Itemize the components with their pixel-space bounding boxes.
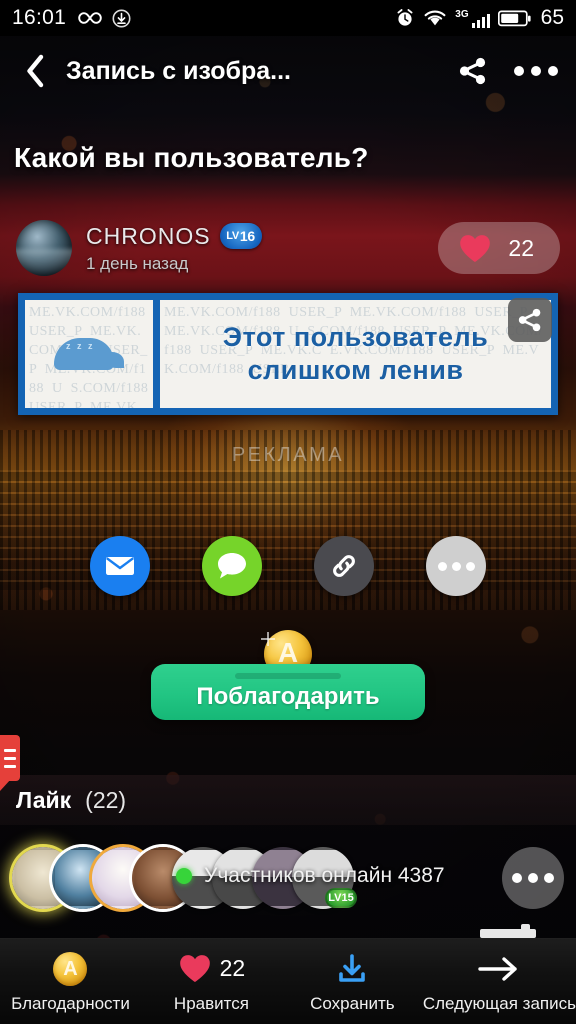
post-image-caption: Этот пользователь слишком ленив [223,321,489,387]
status-bar-clock: 16:01 [12,6,67,29]
link-icon [333,555,355,577]
more-share-button[interactable] [426,536,486,596]
nav-save-icon-wrap [336,950,368,988]
alarm-icon [397,9,413,26]
battery-percent-label: 65 [540,6,564,29]
online-status-dot [176,868,192,884]
level-number: 16 [239,228,255,244]
author-name[interactable]: CHRONOS [86,223,211,250]
author-avatar[interactable] [16,220,72,276]
share-button[interactable] [458,56,488,86]
author-name-line: CHRONOS LV 16 [86,223,262,250]
nav-thanks-icon-wrap: A [53,950,88,988]
coin-icon: A [53,951,88,986]
post-image[interactable]: ME.VK.COM/f188 USER_P ME.VK.COM/f188 USE… [18,293,558,415]
nav-edge-indicator [480,924,536,938]
download-circle-icon [112,9,131,27]
more-horizontal-icon [512,873,522,883]
author-meta: CHRONOS LV 16 1 день назад [86,223,262,274]
nav-next-button[interactable]: Следующая запись [423,939,576,1024]
author-row: CHRONOS LV 16 1 день назад 22 [0,212,576,284]
nav-coin-letter: A [63,957,78,980]
share-icon [518,308,541,332]
coin-letter: A [277,637,299,668]
nav-thanks-button[interactable]: A Благодарности [0,939,141,1024]
caption-line-1: Этот пользователь [222,322,489,352]
nav-thanks-label: Благодарности [11,993,130,1013]
status-bar-left-icons [77,9,131,28]
nav-like-count: 22 [219,955,246,981]
image-share-button[interactable] [508,298,552,342]
nav-like-label: Нравится [173,993,249,1013]
online-participants-chip[interactable]: Участников онлайн 4387 [176,864,445,888]
like-pill-count: 22 [508,234,534,261]
more-horizontal-icon [514,66,524,76]
back-button[interactable] [18,51,52,91]
nav-like-icon-wrap: 22 [178,950,246,988]
chat-bubble-icon [218,553,246,579]
app-bar: Запись с изобра... [0,36,576,106]
copy-link-button[interactable] [314,536,374,596]
ad-label: РЕКЛАМА [231,444,345,466]
arrow-right-icon [478,956,518,981]
list-menu-icon[interactable] [0,735,20,781]
app-root: 16:01 3G 65 Запись с изобра... Какой вы … [0,0,576,1024]
more-horizontal-icon [437,561,475,571]
heart-icon [179,955,210,982]
participant-level-badge: LV 15 [325,888,357,908]
participant-level-number: 15 [341,892,354,904]
wifi-icon [424,10,446,25]
status-bar-right-icons: 3G 65 [395,6,564,30]
post-image-left-pane: ME.VK.COM/f188 USER_P ME.VK.COM/f188 USE… [25,300,153,408]
nav-next-label: Следующая запись [422,993,576,1013]
share-buttons-row [0,533,576,599]
level-prefix: LV [226,230,239,242]
caption-line-2: слишком ленив [247,355,464,385]
signal-3g-icon: 3G [455,8,490,28]
envelope-icon [106,557,134,575]
like-pill-button[interactable]: 22 [438,222,560,274]
post-timestamp: 1 день назад [86,253,189,273]
nav-like-button[interactable]: 22 Нравится [141,939,282,1024]
post-title: Какой вы пользователь? [14,142,369,173]
author-level-badge: LV 16 [219,223,262,249]
thank-button-label: Поблагодарить [196,682,380,710]
sparkle-icon [261,632,275,646]
like-section-header[interactable]: Лайк (22) [0,775,576,825]
overflow-menu-button[interactable] [514,66,558,76]
bottom-navigation: A Благодарности 22 Нравится Сохранить Сл… [0,938,576,1024]
infinity-icon [78,12,102,24]
network-type-label: 3G [455,8,469,20]
like-section-count: (22) [85,786,127,813]
message-share-button[interactable] [202,536,262,596]
post-image-right-pane: ME.VK.COM/f188 USER_P ME.VK.COM/f188 USE… [160,300,551,408]
online-participants-label: Участников онлайн 4387 [204,864,445,887]
thank-section: A Поблагодарить [0,630,576,720]
page-title: Запись с изобра... [66,56,291,85]
heart-icon [460,234,491,262]
email-share-button[interactable] [90,536,150,596]
app-bar-actions [458,56,558,86]
like-section-label: Лайк [16,786,72,813]
thank-button[interactable]: Поблагодарить [151,664,425,720]
nav-save-label: Сохранить [310,993,395,1013]
nav-save-button[interactable]: Сохранить [282,939,423,1024]
nav-next-icon-wrap [478,950,520,988]
participant-level-prefix: LV [328,892,342,904]
status-bar: 16:01 3G 65 [0,0,576,36]
participants-more-button[interactable] [502,847,564,909]
battery-icon [497,10,531,26]
download-icon [339,953,366,982]
sleeping-whale-icon: z z z [52,332,126,376]
chevron-left-icon [27,54,44,88]
share-icon [459,57,486,85]
